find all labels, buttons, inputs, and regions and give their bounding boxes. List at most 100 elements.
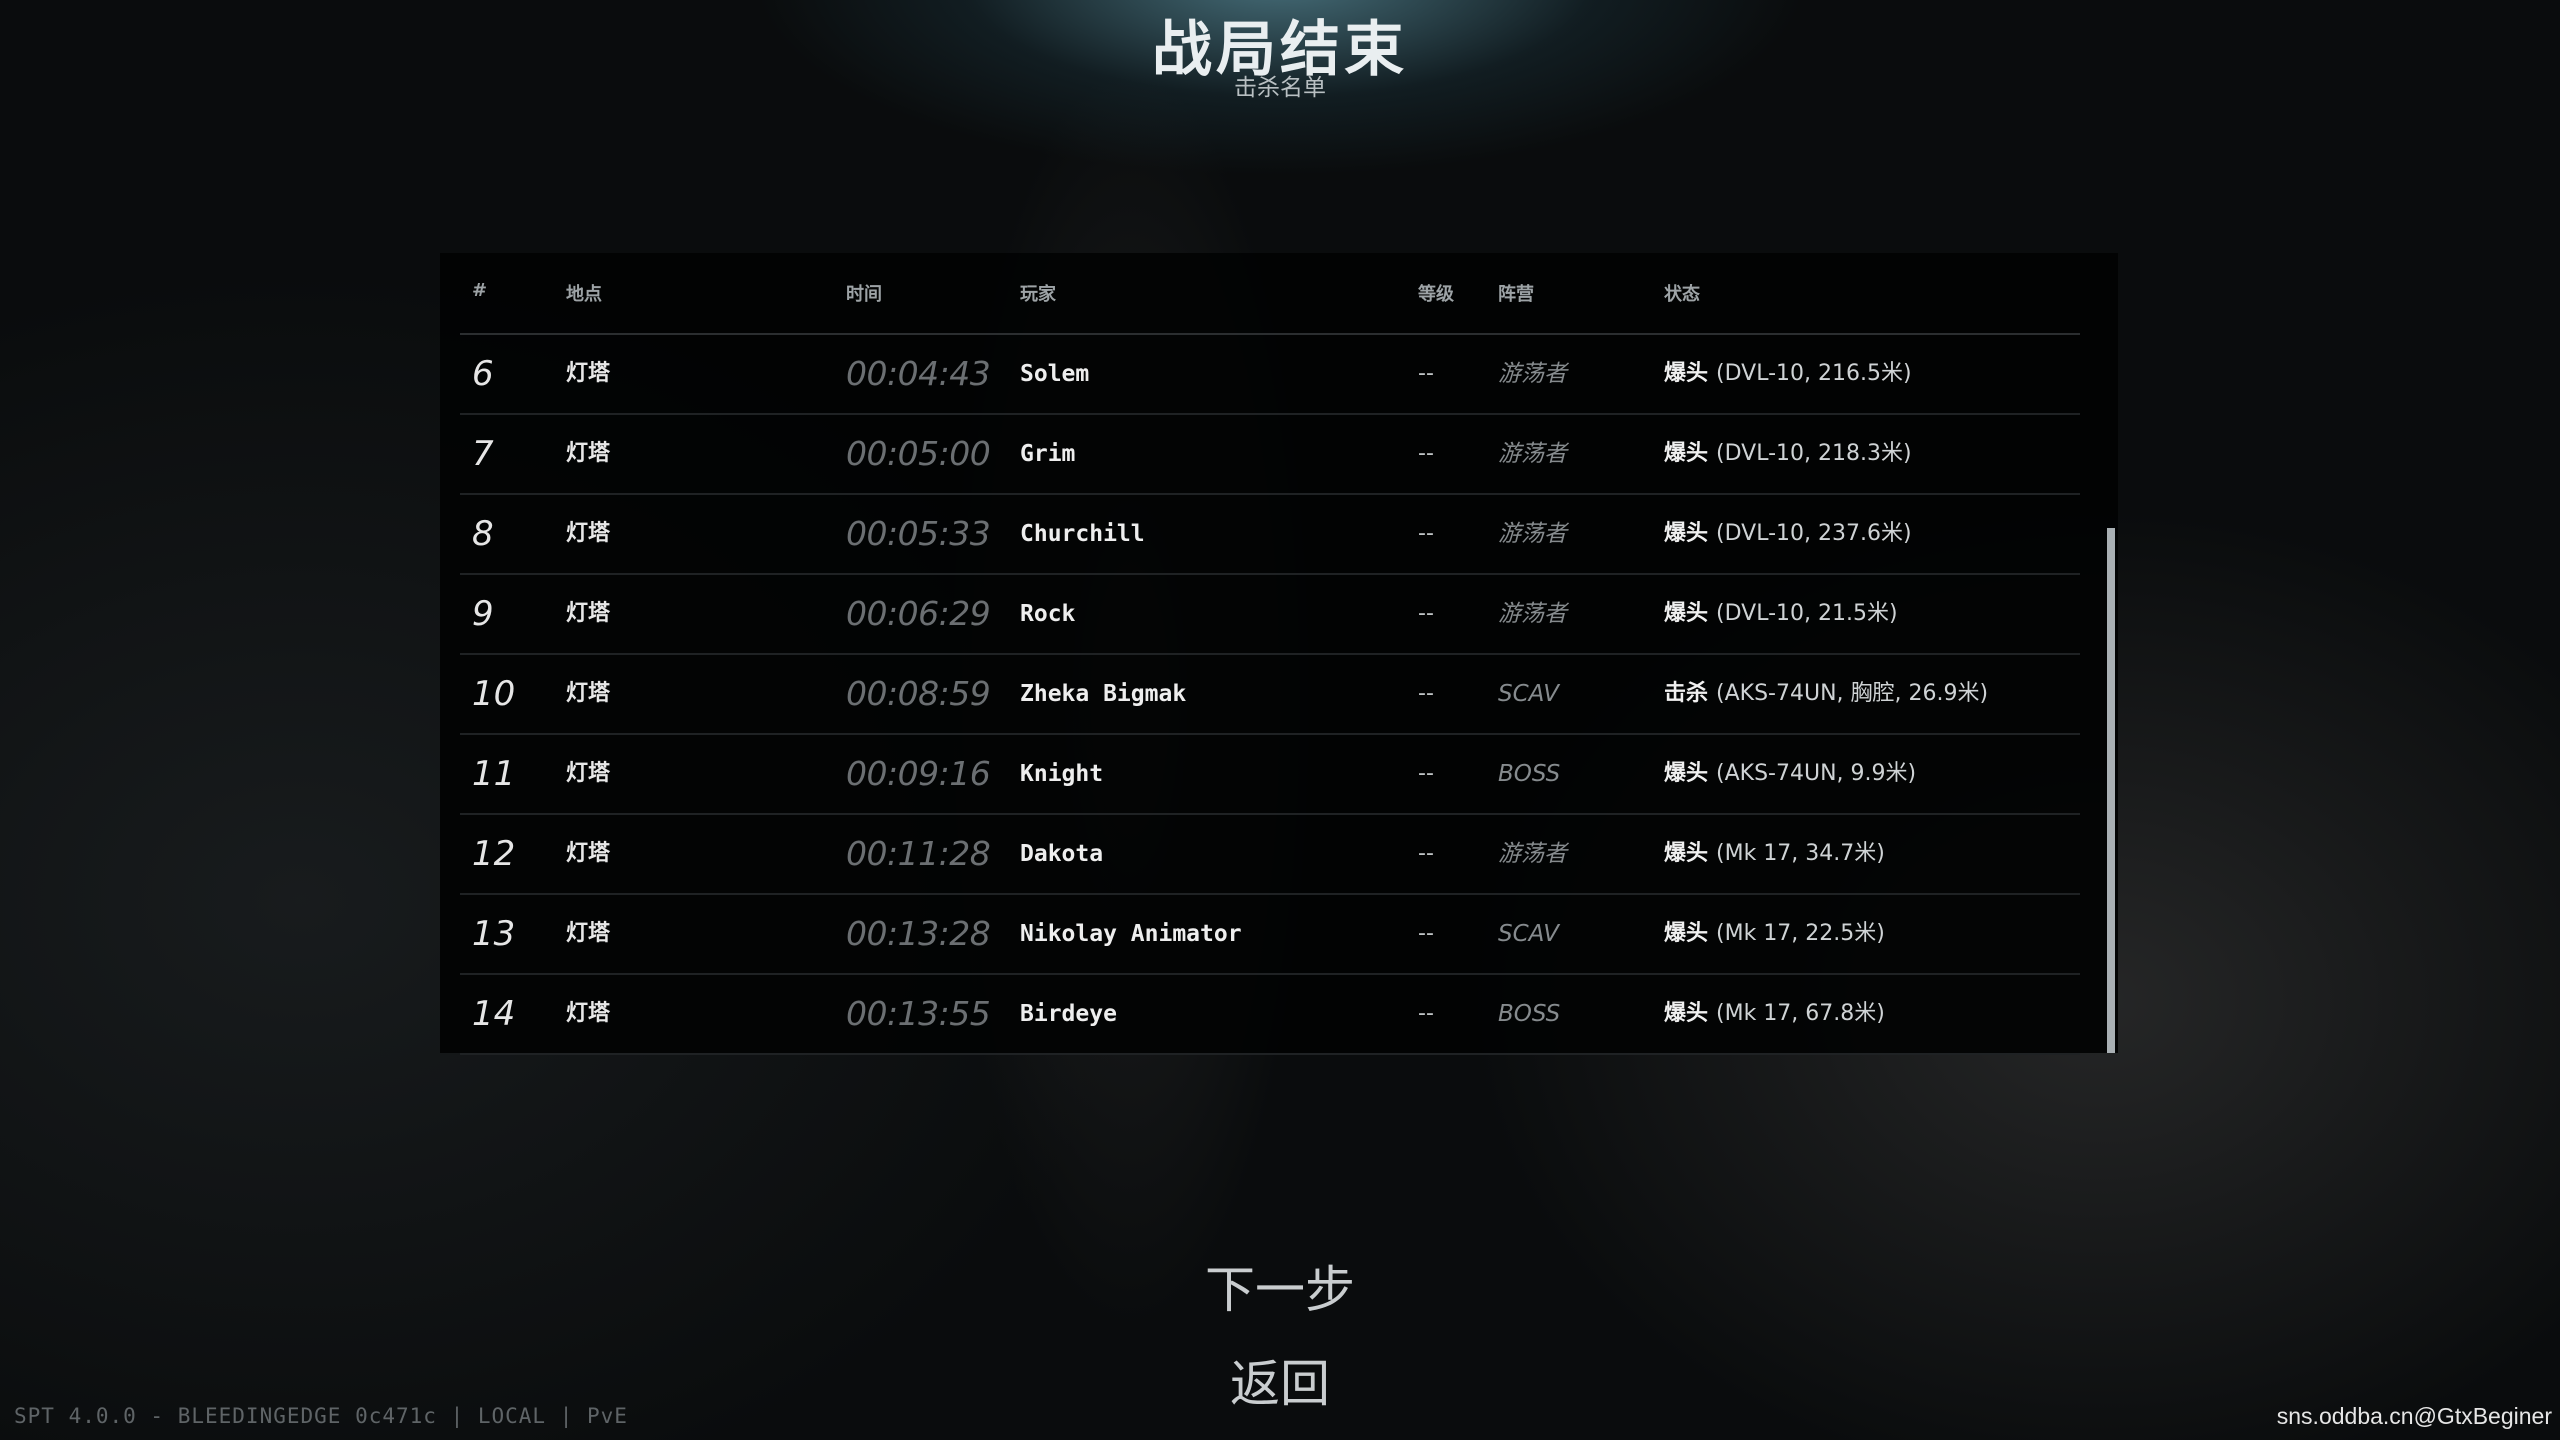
row-status: 爆头 (DVL-10, 21.5米): [1664, 575, 1898, 653]
row-number: 13: [472, 914, 516, 954]
row-number: 8: [472, 514, 494, 554]
row-time: 00:04:43: [846, 354, 991, 393]
row-level: --: [1418, 361, 1434, 386]
table-row[interactable]: 11 灯塔 00:09:16 Knight -- BOSS 爆头 (AKS-74U…: [460, 735, 2080, 815]
table-header: # 地点 时间 玩家 等级 阵营 状态: [460, 253, 2080, 335]
next-button[interactable]: 下一步: [0, 1250, 2560, 1322]
row-number: 9: [472, 594, 494, 634]
column-header-location[interactable]: 地点: [566, 280, 602, 306]
table-row[interactable]: 6 灯塔 00:04:43 Solem -- 游荡者 爆头 (DVL-10, 21…: [460, 335, 2080, 415]
status-kind: 爆头: [1664, 521, 1709, 546]
row-location: 灯塔: [566, 681, 611, 706]
row-status: 爆头 (DVL-10, 218.3米): [1664, 415, 1912, 493]
row-status: 爆头 (Mk 17, 22.5米): [1664, 895, 1885, 973]
version-label: SPT 4.0.0 - BLEEDINGEDGE 0c471c | LOCAL …: [14, 1404, 628, 1428]
row-faction: SCAV: [1498, 681, 1559, 707]
column-header-player[interactable]: 玩家: [1020, 280, 1056, 306]
status-detail: (Mk 17, 34.7米): [1716, 841, 1885, 866]
row-number: 7: [472, 434, 494, 474]
row-level: --: [1418, 601, 1434, 626]
row-location: 灯塔: [566, 441, 611, 466]
scrollbar-thumb[interactable]: [2107, 528, 2115, 1053]
row-number: 6: [472, 354, 494, 394]
table-row[interactable]: 14 灯塔 00:13:55 Birdeye -- BOSS 爆头 (Mk 17,…: [460, 975, 2080, 1055]
table-row[interactable]: 13 灯塔 00:13:28 Nikolay Animator -- SCAV …: [460, 895, 2080, 975]
row-status: 击杀 (AKS-74UN, 胸腔, 26.9米): [1664, 655, 1988, 733]
row-location: 灯塔: [566, 1001, 611, 1026]
row-level: --: [1418, 681, 1434, 706]
row-location: 灯塔: [566, 601, 611, 626]
row-status: 爆头 (Mk 17, 67.8米): [1664, 975, 1885, 1053]
column-header-time[interactable]: 时间: [846, 280, 882, 306]
table-row[interactable]: 8 灯塔 00:05:33 Churchill -- 游荡者 爆头 (DVL-10…: [460, 495, 2080, 575]
table-row[interactable]: 10 灯塔 00:08:59 Zheka Bigmak -- SCAV 击杀 (A…: [460, 655, 2080, 735]
status-detail: (DVL-10, 216.5米): [1716, 361, 1912, 386]
column-header-status[interactable]: 状态: [1664, 280, 1700, 306]
row-faction: SCAV: [1498, 921, 1559, 947]
row-player: Knight: [1020, 761, 1104, 787]
row-faction: 游荡者: [1498, 441, 1567, 467]
status-detail: (DVL-10, 237.6米): [1716, 521, 1912, 546]
row-faction: 游荡者: [1498, 841, 1567, 867]
row-location: 灯塔: [566, 361, 611, 386]
row-level: --: [1418, 1001, 1434, 1026]
row-status: 爆头 (DVL-10, 237.6米): [1664, 495, 1912, 573]
row-location: 灯塔: [566, 841, 611, 866]
row-level: --: [1418, 761, 1434, 786]
table-body: 6 灯塔 00:04:43 Solem -- 游荡者 爆头 (DVL-10, 21…: [460, 335, 2080, 1055]
row-time: 00:13:28: [846, 914, 991, 953]
status-kind: 击杀: [1664, 681, 1709, 706]
back-button-label: 返回: [1230, 1355, 1330, 1413]
row-status: 爆头 (DVL-10, 216.5米): [1664, 335, 1912, 413]
status-detail: (DVL-10, 218.3米): [1716, 441, 1912, 466]
kill-list-panel: # 地点 时间 玩家 等级 阵营 状态 6 灯塔 00:04:43 Solem …: [440, 253, 2118, 1055]
row-player: Dakota: [1020, 841, 1104, 867]
row-level: --: [1418, 521, 1434, 546]
row-player: Solem: [1020, 361, 1090, 387]
title-block: 战局结束 击杀名单: [0, 14, 2560, 100]
status-kind: 爆头: [1664, 1001, 1709, 1026]
row-player: Rock: [1020, 601, 1076, 627]
row-faction: 游荡者: [1498, 521, 1567, 547]
row-player: Zheka Bigmak: [1020, 681, 1187, 707]
column-header-num[interactable]: #: [472, 280, 487, 301]
row-time: 00:11:28: [846, 834, 991, 873]
row-number: 12: [472, 834, 516, 874]
status-kind: 爆头: [1664, 601, 1709, 626]
row-status: 爆头 (Mk 17, 34.7米): [1664, 815, 1885, 893]
status-kind: 爆头: [1664, 761, 1709, 786]
row-time: 00:09:16: [846, 754, 991, 793]
row-faction: 游荡者: [1498, 361, 1567, 387]
row-time: 00:13:55: [846, 994, 991, 1033]
row-faction: BOSS: [1498, 761, 1561, 787]
row-player: Churchill: [1020, 521, 1145, 547]
row-time: 00:05:00: [846, 434, 991, 473]
status-kind: 爆头: [1664, 921, 1709, 946]
row-time: 00:06:29: [846, 594, 991, 633]
watermark: sns.oddba.cn@GtxBeginer: [2276, 1403, 2552, 1429]
status-detail: (AKS-74UN, 9.9米): [1716, 761, 1917, 786]
row-faction: 游荡者: [1498, 601, 1567, 627]
row-level: --: [1418, 921, 1434, 946]
row-location: 灯塔: [566, 521, 611, 546]
scrollbar[interactable]: [2107, 253, 2115, 1053]
row-level: --: [1418, 441, 1434, 466]
row-location: 灯塔: [566, 761, 611, 786]
table-row[interactable]: 9 灯塔 00:06:29 Rock -- 游荡者 爆头 (DVL-10, 21.…: [460, 575, 2080, 655]
row-number: 11: [472, 754, 516, 794]
status-detail: (Mk 17, 67.8米): [1716, 1001, 1885, 1026]
page-subtitle: 击杀名单: [1234, 75, 1326, 101]
status-detail: (Mk 17, 22.5米): [1716, 921, 1885, 946]
status-kind: 爆头: [1664, 441, 1709, 466]
row-player: Nikolay Animator: [1020, 921, 1242, 947]
column-header-faction[interactable]: 阵营: [1498, 280, 1534, 306]
status-kind: 爆头: [1664, 361, 1709, 386]
status-detail: (DVL-10, 21.5米): [1716, 601, 1898, 626]
column-header-level[interactable]: 等级: [1418, 280, 1454, 306]
row-number: 14: [472, 994, 516, 1034]
row-faction: BOSS: [1498, 1001, 1561, 1027]
row-location: 灯塔: [566, 921, 611, 946]
table-row[interactable]: 12 灯塔 00:11:28 Dakota -- 游荡者 爆头 (Mk 17, 3…: [460, 815, 2080, 895]
table-row[interactable]: 7 灯塔 00:05:00 Grim -- 游荡者 爆头 (DVL-10, 218…: [460, 415, 2080, 495]
status-detail: (AKS-74UN, 胸腔, 26.9米): [1716, 681, 1989, 706]
